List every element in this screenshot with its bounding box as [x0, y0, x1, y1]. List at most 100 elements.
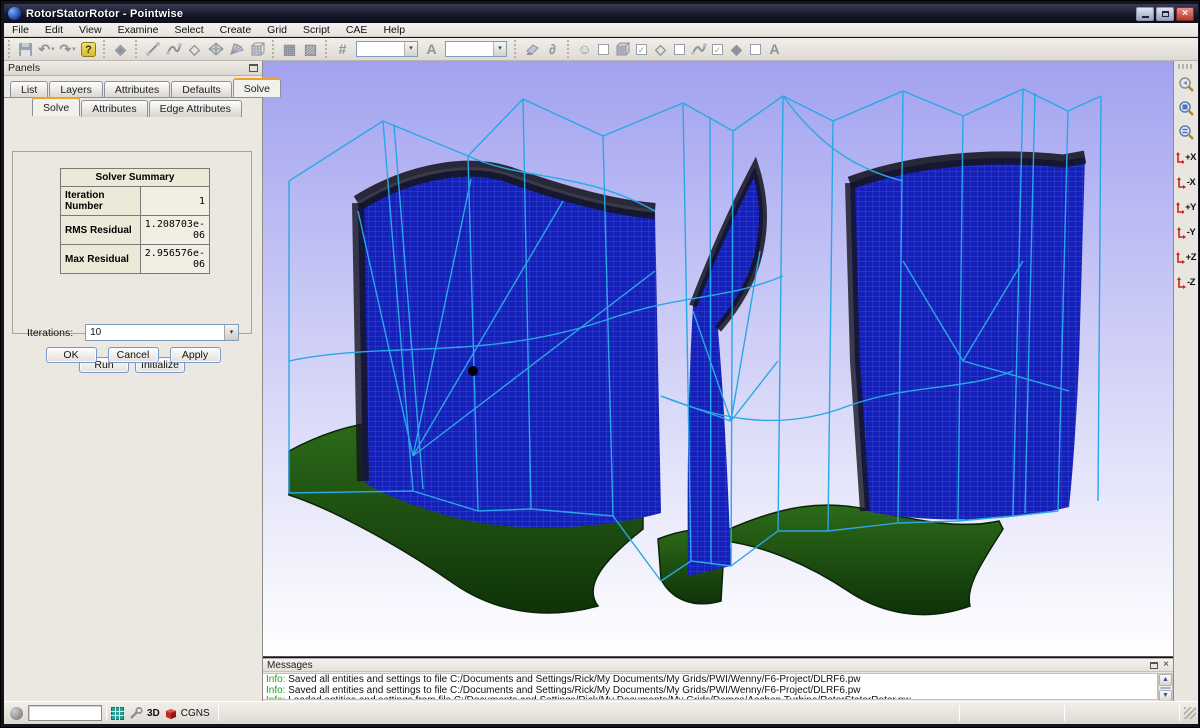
apply-button[interactable]: Apply	[170, 347, 221, 363]
zoom-undo-button[interactable]	[1175, 73, 1197, 97]
restore-button[interactable]	[1156, 7, 1174, 21]
iterations-dropdown-icon[interactable]: ▾	[224, 325, 238, 340]
messages-float-icon[interactable]	[1150, 662, 1158, 669]
menu-view[interactable]: View	[71, 23, 110, 37]
show-surfaces-button[interactable]: ☺	[574, 39, 595, 59]
save-button[interactable]	[15, 39, 36, 59]
view-minus-x-button[interactable]: -X	[1175, 170, 1197, 195]
toolbar-grip[interactable]	[102, 40, 107, 58]
statusbar: 3D CGNS	[4, 701, 1198, 724]
resize-grip[interactable]	[1184, 707, 1196, 719]
toolbar-grip[interactable]	[271, 40, 276, 58]
messages-title: Messages	[267, 660, 313, 671]
undo-button[interactable]: ↶▾	[36, 39, 57, 59]
redo-button[interactable]: ↷▾	[57, 39, 78, 59]
toolbar-grip[interactable]	[7, 40, 12, 58]
help-button[interactable]: ?	[78, 39, 99, 59]
panels-float-icon[interactable]	[249, 64, 258, 72]
solve-subtabrow: Solve Attributes Edge Attributes	[4, 98, 262, 116]
view-toolbar-grip[interactable]	[1178, 64, 1194, 69]
tab-layers[interactable]: Layers	[49, 81, 103, 98]
view-plus-z-button[interactable]: +Z	[1175, 245, 1197, 270]
menu-edit[interactable]: Edit	[37, 23, 71, 37]
scroll-thumb[interactable]	[1160, 687, 1171, 689]
scroll-up-icon[interactable]: ▲	[1159, 674, 1172, 686]
structured-grid-button[interactable]: ▦	[279, 39, 300, 59]
unstructured-domain-button[interactable]	[205, 39, 226, 59]
spacing-button[interactable]: A	[421, 39, 442, 59]
mesh-scene	[263, 61, 1173, 656]
spacing-display-button[interactable]: A	[764, 39, 785, 59]
spacing-a-icon: A	[426, 42, 436, 56]
layers-button[interactable]: ◈	[110, 39, 131, 59]
messages-close-icon[interactable]: ×	[1163, 661, 1169, 669]
database-visibility-checkbox[interactable]	[750, 44, 761, 55]
tab-solve[interactable]: Solve	[233, 78, 281, 97]
menu-grid[interactable]: Grid	[259, 23, 295, 37]
toolbar-grip[interactable]	[513, 40, 518, 58]
viewport-3d[interactable]	[263, 61, 1173, 657]
messages-titlebar[interactable]: Messages ×	[263, 659, 1173, 672]
panels-titlebar[interactable]: Panels	[4, 61, 262, 76]
undo-dropdown-icon[interactable]: ▾	[51, 45, 55, 53]
close-button[interactable]: ×	[1176, 7, 1194, 21]
app-window: RotorStatorRotor - Pointwise × File Edit…	[0, 0, 1200, 728]
subtab-solve[interactable]: Solve	[32, 97, 80, 116]
titlebar[interactable]: RotorStatorRotor - Pointwise ×	[4, 4, 1198, 23]
tab-list[interactable]: List	[10, 81, 48, 98]
shaded-block-button[interactable]	[612, 39, 633, 59]
cancel-button[interactable]: Cancel	[108, 347, 159, 363]
toolbar-grip[interactable]	[324, 40, 329, 58]
menu-examine[interactable]: Examine	[110, 23, 167, 37]
menu-file[interactable]: File	[4, 23, 37, 37]
view-plus-y-button[interactable]: +Y	[1175, 195, 1197, 220]
spacing-combo-dropdown-icon[interactable]: ▾	[493, 42, 506, 56]
domain-display-button[interactable]: ◇	[650, 39, 671, 59]
extrude-button[interactable]	[226, 39, 247, 59]
ok-button[interactable]: OK	[46, 347, 97, 363]
domain-button[interactable]: ◇	[184, 39, 205, 59]
tab-attributes[interactable]: Attributes	[104, 81, 170, 98]
two-point-curve-button[interactable]	[142, 39, 163, 59]
draw-curve-button[interactable]	[163, 39, 184, 59]
menu-help[interactable]: Help	[375, 23, 413, 37]
connector-visibility-checkbox[interactable]: ✓	[712, 44, 723, 55]
zoom-fit-button[interactable]	[1175, 97, 1197, 121]
partial-derivative-button[interactable]: ∂	[542, 39, 563, 59]
tab-defaults[interactable]: Defaults	[171, 81, 232, 98]
menu-script[interactable]: Script	[295, 23, 338, 37]
dimension-button[interactable]: #	[332, 39, 353, 59]
surface-visibility-checkbox[interactable]	[598, 44, 609, 55]
minimize-button[interactable]	[1136, 7, 1154, 21]
dimension-combo-dropdown-icon[interactable]: ▾	[404, 42, 417, 56]
status-input[interactable]	[28, 705, 102, 721]
messages-list[interactable]: Info: Saved all entities and settings to…	[263, 673, 1158, 700]
subtab-edge-attributes[interactable]: Edge Attributes	[149, 100, 242, 117]
solve-tab-body: Solve Attributes Edge Attributes Solver …	[4, 97, 262, 701]
toolbar-grip[interactable]	[134, 40, 139, 58]
menu-cae[interactable]: CAE	[338, 23, 376, 37]
unstructured-grid-button[interactable]: ▨	[300, 39, 321, 59]
dimension-combo[interactable]: ▾	[356, 41, 418, 57]
view-minus-y-button[interactable]: -Y	[1175, 220, 1197, 245]
zoom-actual-button[interactable]	[1175, 121, 1197, 145]
block-button[interactable]	[247, 39, 268, 59]
spacing-combo[interactable]: ▾	[445, 41, 507, 57]
block-visibility-checkbox[interactable]: ✓	[636, 44, 647, 55]
view-minus-z-button[interactable]: -Z	[1175, 270, 1197, 295]
toolbar-grip[interactable]	[566, 40, 571, 58]
project-button[interactable]	[521, 39, 542, 59]
messages-scrollbar[interactable]: ▲ ▼	[1158, 673, 1173, 700]
redo-dropdown-icon[interactable]: ▾	[72, 45, 76, 53]
iterations-combo[interactable]: 10 ▾	[85, 324, 239, 341]
table-row: Iteration Number 1	[61, 187, 210, 216]
menu-create[interactable]: Create	[212, 23, 260, 37]
messages-panel: Messages × Info: Saved all entities and …	[263, 658, 1173, 701]
database-display-button[interactable]: ◆	[726, 39, 747, 59]
connector-display-button[interactable]	[688, 39, 709, 59]
view-plus-x-button[interactable]: +X	[1175, 145, 1197, 170]
subtab-attributes[interactable]: Attributes	[81, 100, 147, 117]
domain-visibility-checkbox[interactable]	[674, 44, 685, 55]
menu-select[interactable]: Select	[166, 23, 211, 37]
restore-icon	[1162, 11, 1169, 17]
